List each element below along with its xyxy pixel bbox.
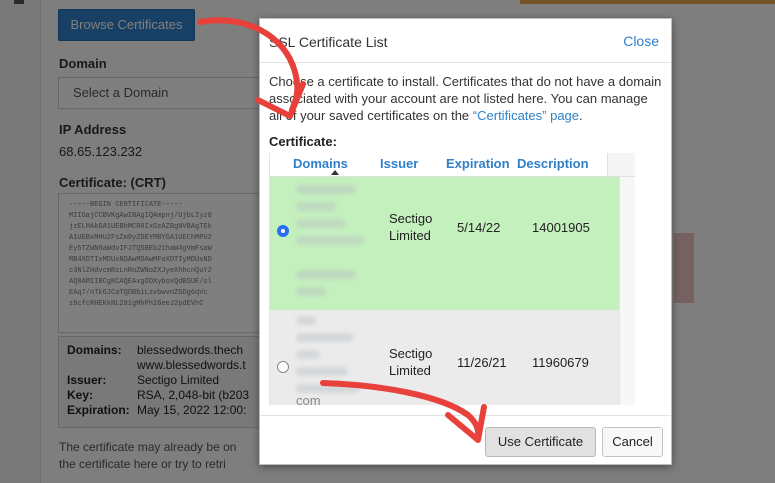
dialog-title: SSL Certificate List [269,34,388,50]
table-row[interactable]: com Sectigo Limited 11/26/21 11960679 [270,310,619,405]
expiration-cell: 5/14/22 [457,220,501,235]
column-header-expiration[interactable]: Expiration [446,156,510,171]
column-header-issuer[interactable]: Issuer [380,156,418,171]
certificates-page-link[interactable]: “Certificates” page [473,108,579,123]
table-header: Domains Issuer Expiration Description [270,153,635,177]
ssl-certificate-list-dialog: SSL Certificate List Close Choose a cert… [259,18,672,465]
use-certificate-button[interactable]: Use Certificate [485,427,596,457]
issuer-cell-line: Sectigo [389,346,433,361]
issuer-cell-line: Limited [389,363,431,378]
column-header-description[interactable]: Description [517,156,589,171]
sort-ascending-icon [331,170,339,175]
blurred-domains [296,316,368,401]
cancel-button[interactable]: Cancel [602,427,663,457]
instructions-end: . [579,108,583,123]
close-link[interactable]: Close [623,33,659,49]
table-row[interactable]: Sectigo Limited 5/14/22 14001905 [270,177,619,310]
column-header-spacer [607,153,635,176]
dialog-instructions: Choose a certificate to install. Certifi… [269,73,664,124]
instructions-text: Choose a certificate to install. Certifi… [269,74,662,123]
divider [260,62,671,63]
expiration-cell: 11/26/21 [457,355,507,370]
blurred-domains [296,185,368,304]
description-cell: 14001905 [532,220,590,235]
column-header-domains[interactable]: Domains [293,156,348,171]
issuer-cell: Sectigo Limited [389,345,432,379]
certificate-radio-selected[interactable] [277,225,289,237]
issuer-cell-line: Limited [389,228,431,243]
description-cell: 11960679 [532,355,589,370]
certificate-radio[interactable] [277,361,289,373]
divider [260,415,671,416]
certificate-table: Domains Issuer Expiration Description Se… [269,153,635,405]
certificate-label: Certificate: [269,134,337,149]
issuer-cell: Sectigo Limited [389,210,432,244]
issuer-cell-line: Sectigo [389,211,433,226]
table-scrollbar[interactable] [619,177,635,405]
domain-fragment: com [296,393,321,405]
